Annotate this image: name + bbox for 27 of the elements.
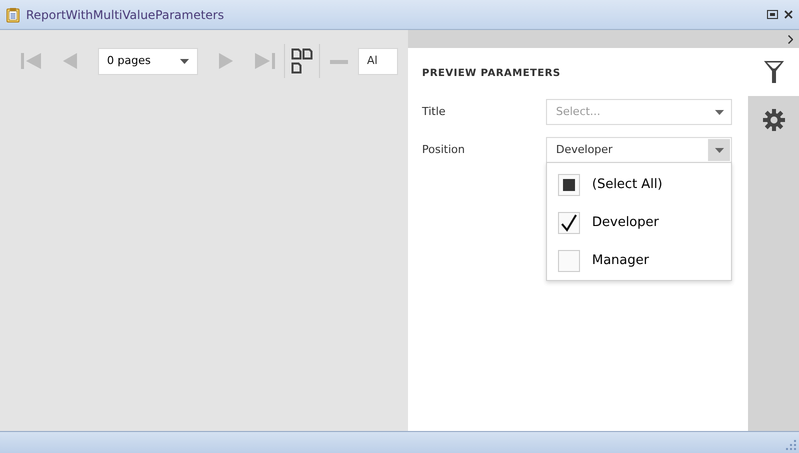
checkbox[interactable] [558,174,580,196]
restore-icon[interactable] [767,10,778,19]
window-title: ReportWithMultiValueParameters [26,6,224,24]
filter-tab[interactable] [748,48,799,96]
caret-icon [714,148,724,152]
resize-grip-icon[interactable] [786,440,796,450]
caret-icon [180,58,189,64]
dropdown-item[interactable]: Manager [547,242,731,280]
close-icon[interactable] [784,10,793,19]
dropdown-item[interactable]: Developer [547,204,731,242]
checkbox[interactable] [558,212,580,234]
settings-icon [762,109,784,131]
filter-icon [762,59,784,85]
parameter-label: Position [422,142,466,158]
dropdown-item[interactable]: (Select All) [547,166,731,204]
panel-heading: PREVIEW PARAMETERS [422,67,562,81]
parameter-label: Title [422,104,447,120]
checkmark-icon [559,213,579,233]
minus-icon [330,60,348,64]
pages-dropdown[interactable]: 0 pages [98,48,198,74]
multi-page-button[interactable] [291,48,313,74]
report-icon [6,6,20,22]
chevron-right-icon[interactable] [788,34,793,44]
caret-icon [714,110,724,114]
zoom-field[interactable]: Al [358,48,398,74]
parameter-select[interactable]: Developer [546,137,732,163]
checkbox[interactable] [558,250,580,272]
